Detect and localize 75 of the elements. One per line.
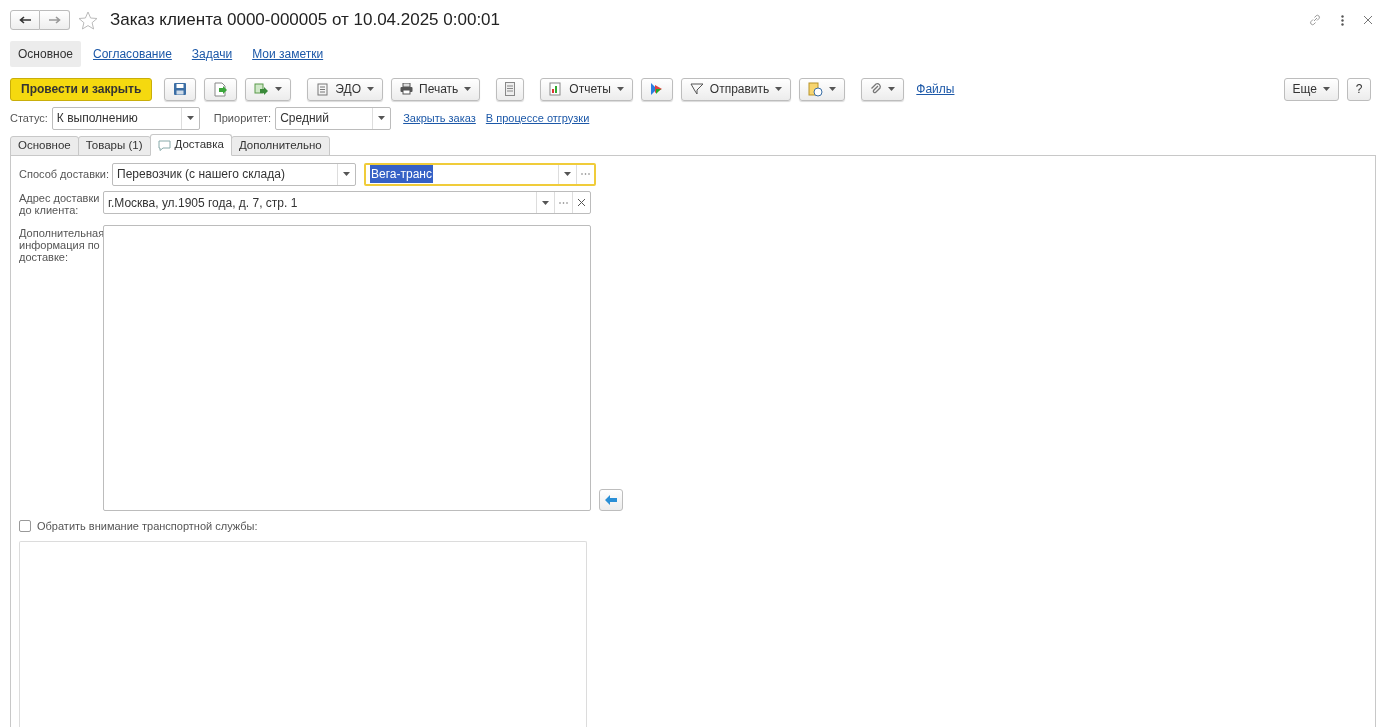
field-value: Вега-транс: [370, 165, 433, 183]
chart-document-icon: [549, 82, 564, 96]
priority-label: Приоритет:: [213, 110, 272, 126]
insert-button[interactable]: [599, 489, 623, 511]
caret-icon: [1323, 87, 1330, 91]
delivery-method-label: Способ доставки:: [19, 166, 110, 182]
caret-icon: [367, 87, 374, 91]
more-vertical-icon[interactable]: [1341, 14, 1344, 26]
caret-icon: [542, 200, 549, 205]
nav-link[interactable]: Согласование: [85, 41, 180, 67]
tab[interactable]: Основное: [10, 136, 79, 156]
colored-arrows-icon: [649, 82, 664, 96]
carrier-field[interactable]: Вега-транс: [364, 162, 597, 186]
list-icon: [316, 82, 330, 96]
close-icon[interactable]: [1364, 16, 1372, 24]
toolbar-menu-button[interactable]: [799, 77, 846, 101]
documents-icon: [254, 81, 270, 97]
post-and-close-button[interactable]: Провести и закрыть: [10, 77, 153, 101]
field-value: г.Москва, ул.1905 года, д. 7, стр. 1: [108, 194, 298, 212]
toolbar-menu-button[interactable]: Отчеты: [540, 77, 633, 101]
paperclip-icon: [870, 82, 883, 96]
field-value: К выполнению: [56, 110, 138, 127]
status-link[interactable]: В процессе отгрузки: [485, 109, 590, 127]
left-arrow-icon: [19, 16, 31, 24]
additional-info-label: Дополнительная информация по доставке:: [19, 226, 103, 263]
nav-link[interactable]: Мои заметки: [244, 41, 332, 67]
files-link[interactable]: Файлы: [916, 80, 955, 98]
tab[interactable]: Дополнительно: [230, 136, 330, 156]
toolbar-menu-button[interactable]: Печать: [391, 77, 481, 101]
toolbar-button[interactable]: [204, 77, 238, 101]
send-icon: [689, 83, 704, 95]
attention-label: Обратить внимание транспортной службы:: [37, 519, 258, 534]
toolbar-menu-button[interactable]: Отправить: [680, 77, 792, 101]
nav-link[interactable]: Задачи: [183, 41, 241, 67]
window-title: Заказ клиента 0000-000005 от 10.04.2025 0:00:01: [110, 9, 501, 32]
toolbar-button[interactable]: [640, 77, 673, 101]
caret-icon: [564, 172, 572, 176]
document-clock-icon: [808, 81, 824, 97]
toolbar-button[interactable]: [164, 77, 197, 101]
caret-icon: [616, 87, 624, 91]
field-value: Перевозчик (с нашего склада): [117, 166, 285, 183]
tab[interactable]: Доставка: [149, 134, 232, 156]
field-value: Средний: [280, 110, 329, 127]
caret-icon: [275, 87, 283, 91]
caret-icon: [888, 87, 896, 91]
caret-icon: [464, 87, 472, 91]
checkbox[interactable]: [19, 520, 31, 533]
priority-dropdown[interactable]: Средний: [275, 106, 392, 130]
delivery-address-label: Адрес доставки до клиента:: [19, 191, 101, 216]
status-link[interactable]: Закрыть заказ: [403, 109, 476, 127]
delivery-address-field[interactable]: г.Москва, ул.1905 года, д. 7, стр. 1: [103, 191, 591, 214]
tab[interactable]: Товары (1): [77, 136, 151, 156]
star-icon[interactable]: [78, 10, 98, 30]
caret-icon: [775, 87, 783, 91]
right-arrow-icon: [48, 16, 61, 24]
more-button[interactable]: Еще: [1283, 77, 1339, 101]
printer-icon: [400, 83, 413, 95]
caret-icon: [378, 116, 386, 120]
status-dropdown[interactable]: К выполнению: [51, 106, 200, 130]
back-button[interactable]: [10, 10, 40, 30]
document-lines-icon: [505, 82, 516, 96]
toolbar-menu-button[interactable]: [245, 77, 292, 101]
left-arrow-icon: [605, 495, 617, 505]
link-icon[interactable]: [1309, 14, 1321, 26]
toolbar-menu-button[interactable]: [861, 77, 905, 101]
caret-icon: [829, 87, 837, 91]
delivery-method-dropdown[interactable]: Перевозчик (с нашего склада): [112, 162, 357, 186]
caret-icon: [186, 116, 194, 120]
caret-icon: [343, 172, 351, 176]
document-arrow-icon: [213, 81, 229, 97]
status-label: Статус:: [10, 110, 48, 126]
toolbar-button[interactable]: [496, 77, 525, 101]
help-button[interactable]: ?: [1347, 77, 1371, 101]
toolbar-menu-button[interactable]: ЭДО: [307, 77, 383, 101]
nav-link[interactable]: Основное: [10, 41, 81, 67]
